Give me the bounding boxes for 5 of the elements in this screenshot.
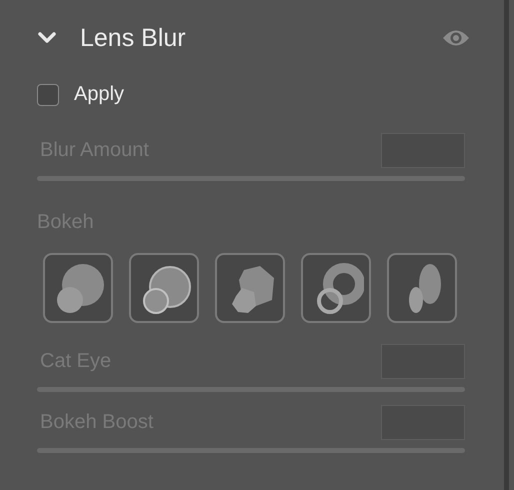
- checkbox[interactable]: [37, 84, 59, 106]
- panel-title: Lens Blur: [80, 24, 187, 52]
- chevron-icon[interactable]: [37, 31, 57, 45]
- checkbox-label: Apply: [74, 83, 124, 106]
- eye-icon[interactable]: [442, 29, 470, 47]
